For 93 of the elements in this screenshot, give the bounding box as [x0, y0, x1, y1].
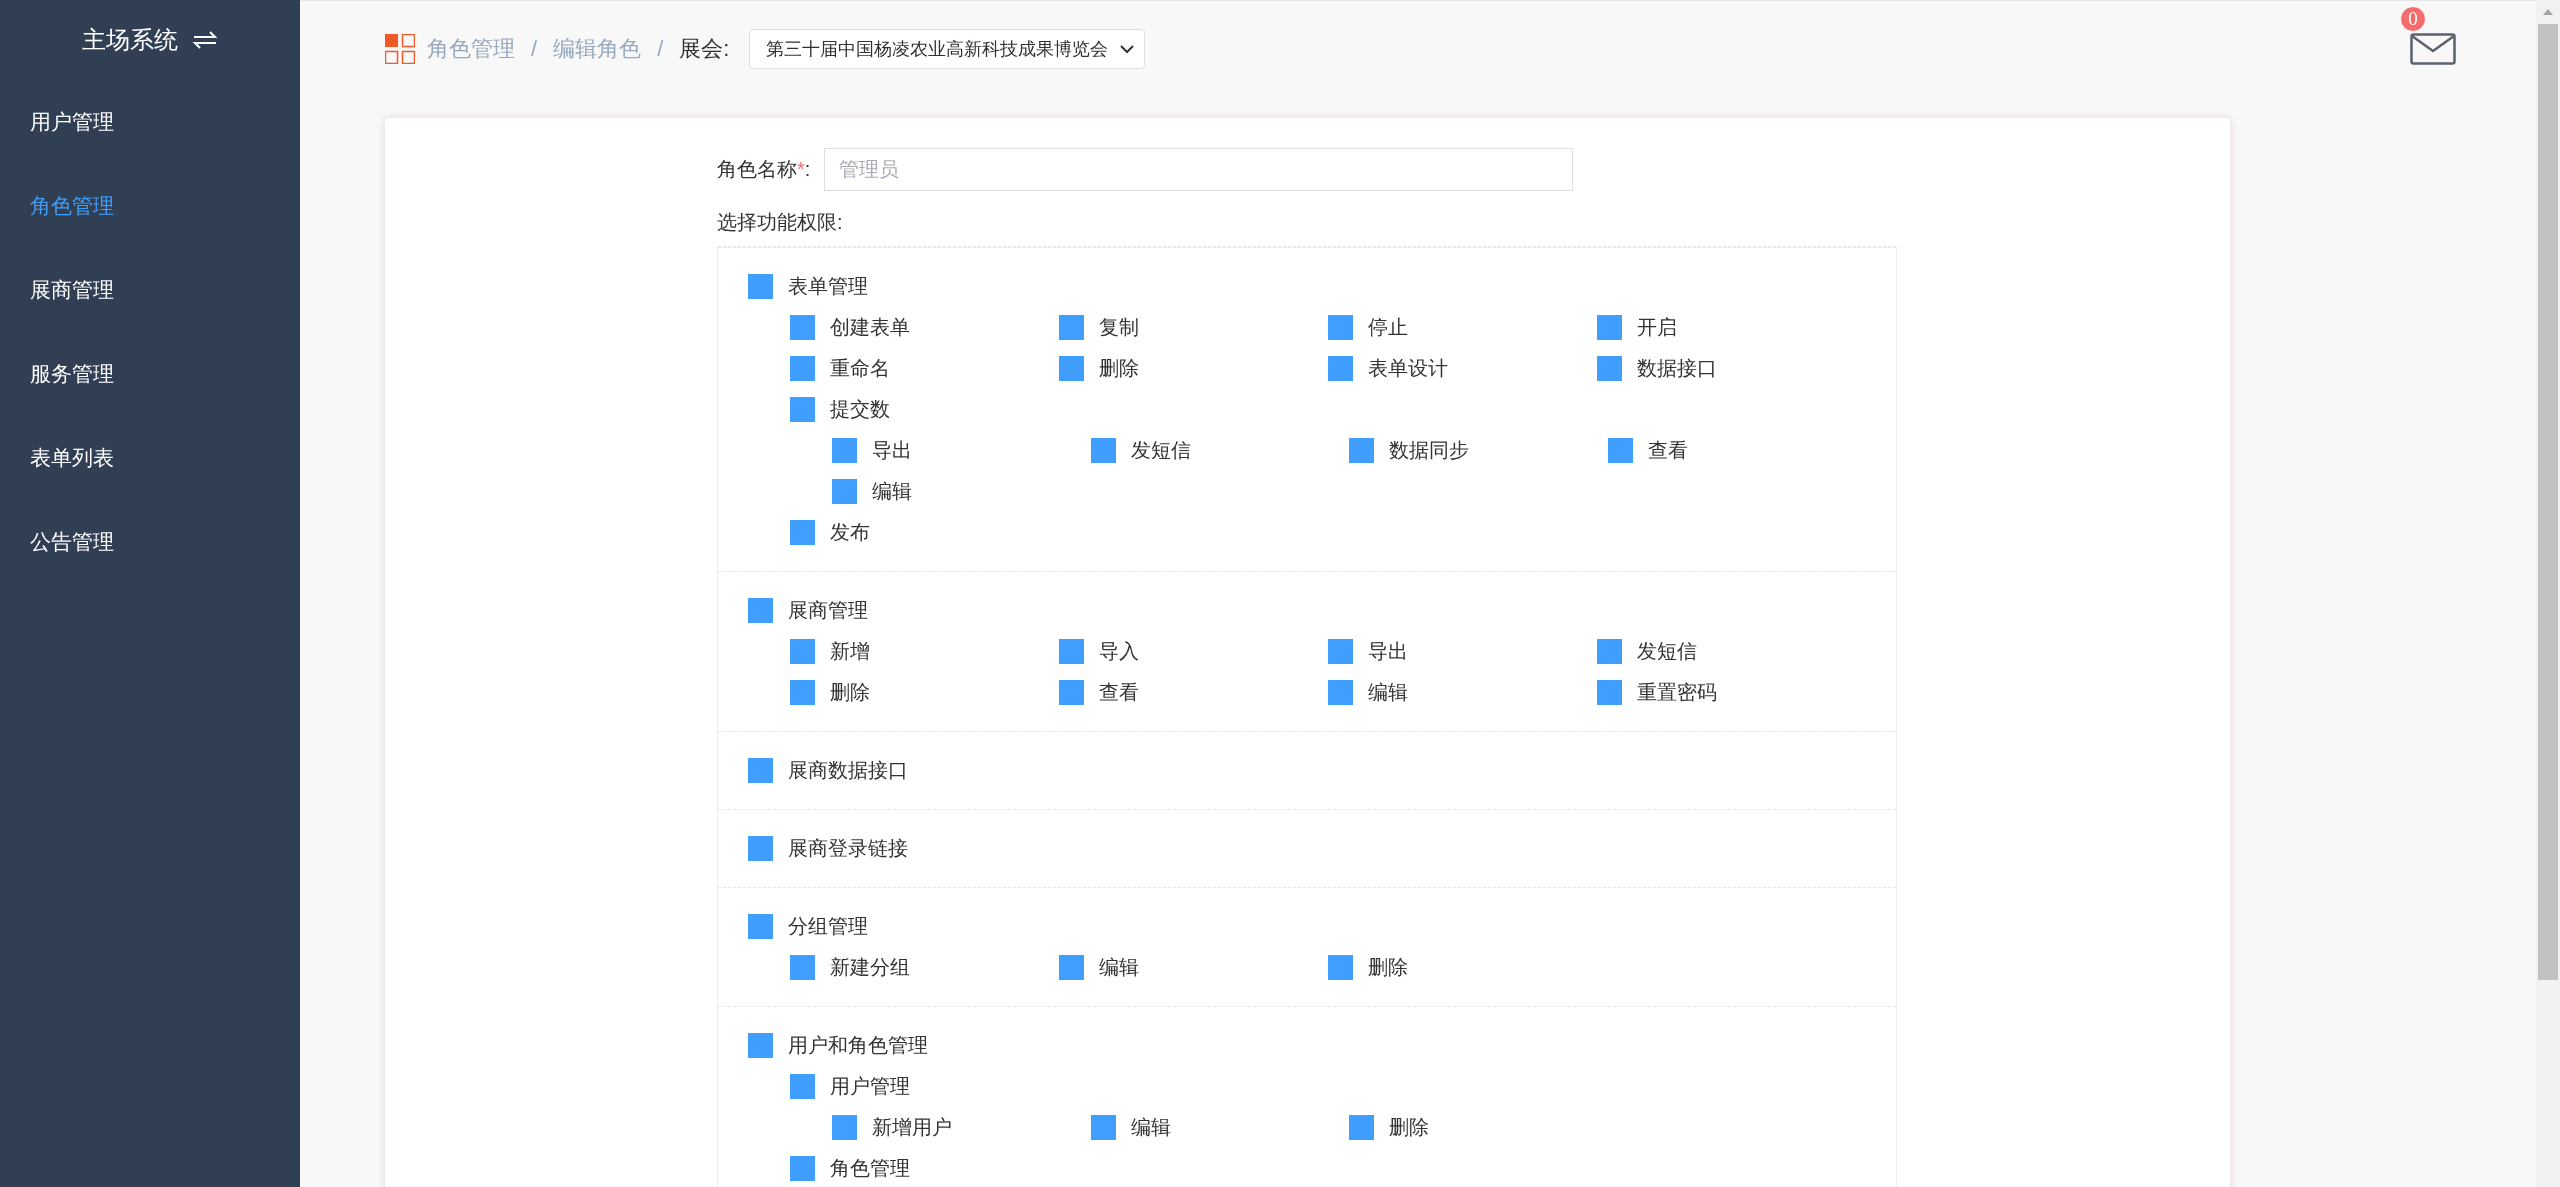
permission-label: 导入 — [1099, 639, 1139, 664]
exhibition-select[interactable]: 第三十届中国杨凌农业高新科技成果博览会 — [749, 29, 1146, 69]
sidebar-item[interactable]: 服务管理 — [0, 332, 300, 416]
permission-label: 数据接口 — [1637, 356, 1717, 381]
checkbox[interactable] — [1349, 438, 1374, 463]
checkbox[interactable] — [1090, 438, 1116, 463]
checkbox[interactable] — [748, 274, 773, 299]
checkbox[interactable] — [790, 639, 815, 664]
permission-label: 创建表单 — [830, 315, 910, 340]
checkbox[interactable] — [790, 1074, 815, 1099]
permission-label: 展商数据接口 — [788, 758, 908, 783]
checkbox[interactable] — [1328, 680, 1353, 705]
checkbox[interactable] — [790, 955, 815, 980]
checkbox[interactable] — [748, 758, 773, 783]
field-label: 角色名称*: — [717, 157, 811, 182]
permission-label: 发短信 — [1637, 639, 1697, 664]
permissions-label: 选择功能权限: — [717, 210, 844, 235]
switch-icon[interactable] — [192, 30, 218, 50]
checkbox[interactable] — [1597, 639, 1622, 664]
notification-badge: 0 — [2400, 6, 2426, 32]
checkbox[interactable] — [790, 520, 815, 545]
permission-label: 开启 — [1637, 315, 1677, 340]
sidebar-item[interactable]: 公告管理 — [0, 500, 300, 584]
permission-label: 表单设计 — [1368, 356, 1448, 381]
checkbox[interactable] — [790, 397, 815, 422]
exhibition-label: 展会: — [679, 35, 730, 63]
permission-label: 重置密码 — [1637, 680, 1717, 705]
permission-label: 发布 — [830, 520, 870, 545]
checkbox[interactable] — [1059, 315, 1084, 340]
checkbox[interactable] — [1607, 438, 1633, 463]
checkbox[interactable] — [790, 680, 815, 705]
checkbox[interactable] — [790, 1156, 815, 1181]
permission-label: 编辑 — [1368, 680, 1408, 705]
checkbox[interactable] — [790, 356, 815, 381]
permission-label: 提交数 — [830, 397, 890, 422]
permission-label: 编辑 — [1130, 1115, 1171, 1140]
permission-label: 分组管理 — [788, 914, 868, 939]
permission-label: 用户和角色管理 — [788, 1033, 928, 1058]
checkbox[interactable] — [1328, 356, 1353, 381]
checkbox[interactable] — [1090, 1115, 1116, 1140]
checkbox[interactable] — [1328, 639, 1353, 664]
mail-icon[interactable] — [2410, 33, 2456, 65]
permission-label: 角色管理 — [830, 1156, 910, 1181]
checkbox[interactable] — [1059, 680, 1084, 705]
breadcrumb-separator: / — [657, 36, 664, 62]
permission-label: 导出 — [872, 438, 912, 463]
permission-label: 新建分组 — [830, 955, 910, 980]
permission-label: 删除 — [1389, 1115, 1429, 1140]
grid-logo-icon — [385, 34, 415, 64]
sidebar-item[interactable]: 展商管理 — [0, 248, 300, 332]
checkbox[interactable] — [832, 438, 857, 463]
permission-label: 编辑 — [872, 479, 912, 504]
checkbox[interactable] — [1349, 1115, 1374, 1140]
checkbox[interactable] — [748, 836, 773, 861]
checkbox[interactable] — [748, 914, 773, 939]
checkbox[interactable] — [832, 479, 857, 504]
sidebar-item[interactable]: 表单列表 — [0, 416, 300, 500]
checkbox[interactable] — [748, 598, 773, 623]
permission-label: 表单管理 — [788, 274, 868, 299]
checkbox[interactable] — [832, 1115, 857, 1140]
checkbox[interactable] — [1328, 955, 1353, 980]
permission-label: 查看 — [1647, 438, 1688, 463]
permission-label: 用户管理 — [830, 1074, 910, 1099]
checkbox[interactable] — [1059, 356, 1084, 381]
checkbox[interactable] — [790, 315, 815, 340]
permission-label: 展商登录链接 — [788, 836, 908, 861]
permission-label: 复制 — [1099, 315, 1139, 340]
permission-label: 导出 — [1368, 639, 1408, 664]
permission-label: 删除 — [1368, 955, 1408, 980]
checkbox[interactable] — [1597, 356, 1622, 381]
breadcrumb-separator: / — [531, 36, 538, 62]
checkbox[interactable] — [1059, 639, 1084, 664]
system-title: 主场系统 — [82, 25, 178, 55]
permission-label: 数据同步 — [1389, 438, 1469, 463]
chevron-down-icon — [1120, 44, 1135, 54]
permission-label: 展商管理 — [788, 598, 868, 623]
role-name-input[interactable]: 管理员 — [824, 148, 1574, 191]
permission-label: 删除 — [1099, 356, 1139, 381]
sidebar-item[interactable]: 用户管理 — [0, 80, 300, 164]
permission-label: 停止 — [1368, 315, 1408, 340]
checkbox[interactable] — [1328, 315, 1353, 340]
permission-label: 查看 — [1099, 680, 1139, 705]
checkbox[interactable] — [1059, 955, 1084, 980]
checkbox[interactable] — [1597, 315, 1622, 340]
sidebar-item[interactable]: 角色管理 — [0, 164, 300, 248]
checkbox[interactable] — [748, 1033, 773, 1058]
permission-label: 重命名 — [830, 356, 890, 381]
permission-label: 删除 — [830, 680, 870, 705]
permission-label: 编辑 — [1099, 955, 1139, 980]
permission-label: 新增用户 — [872, 1115, 952, 1140]
permission-label: 新增 — [830, 639, 870, 664]
checkbox[interactable] — [1597, 680, 1622, 705]
permission-label: 发短信 — [1130, 438, 1191, 463]
